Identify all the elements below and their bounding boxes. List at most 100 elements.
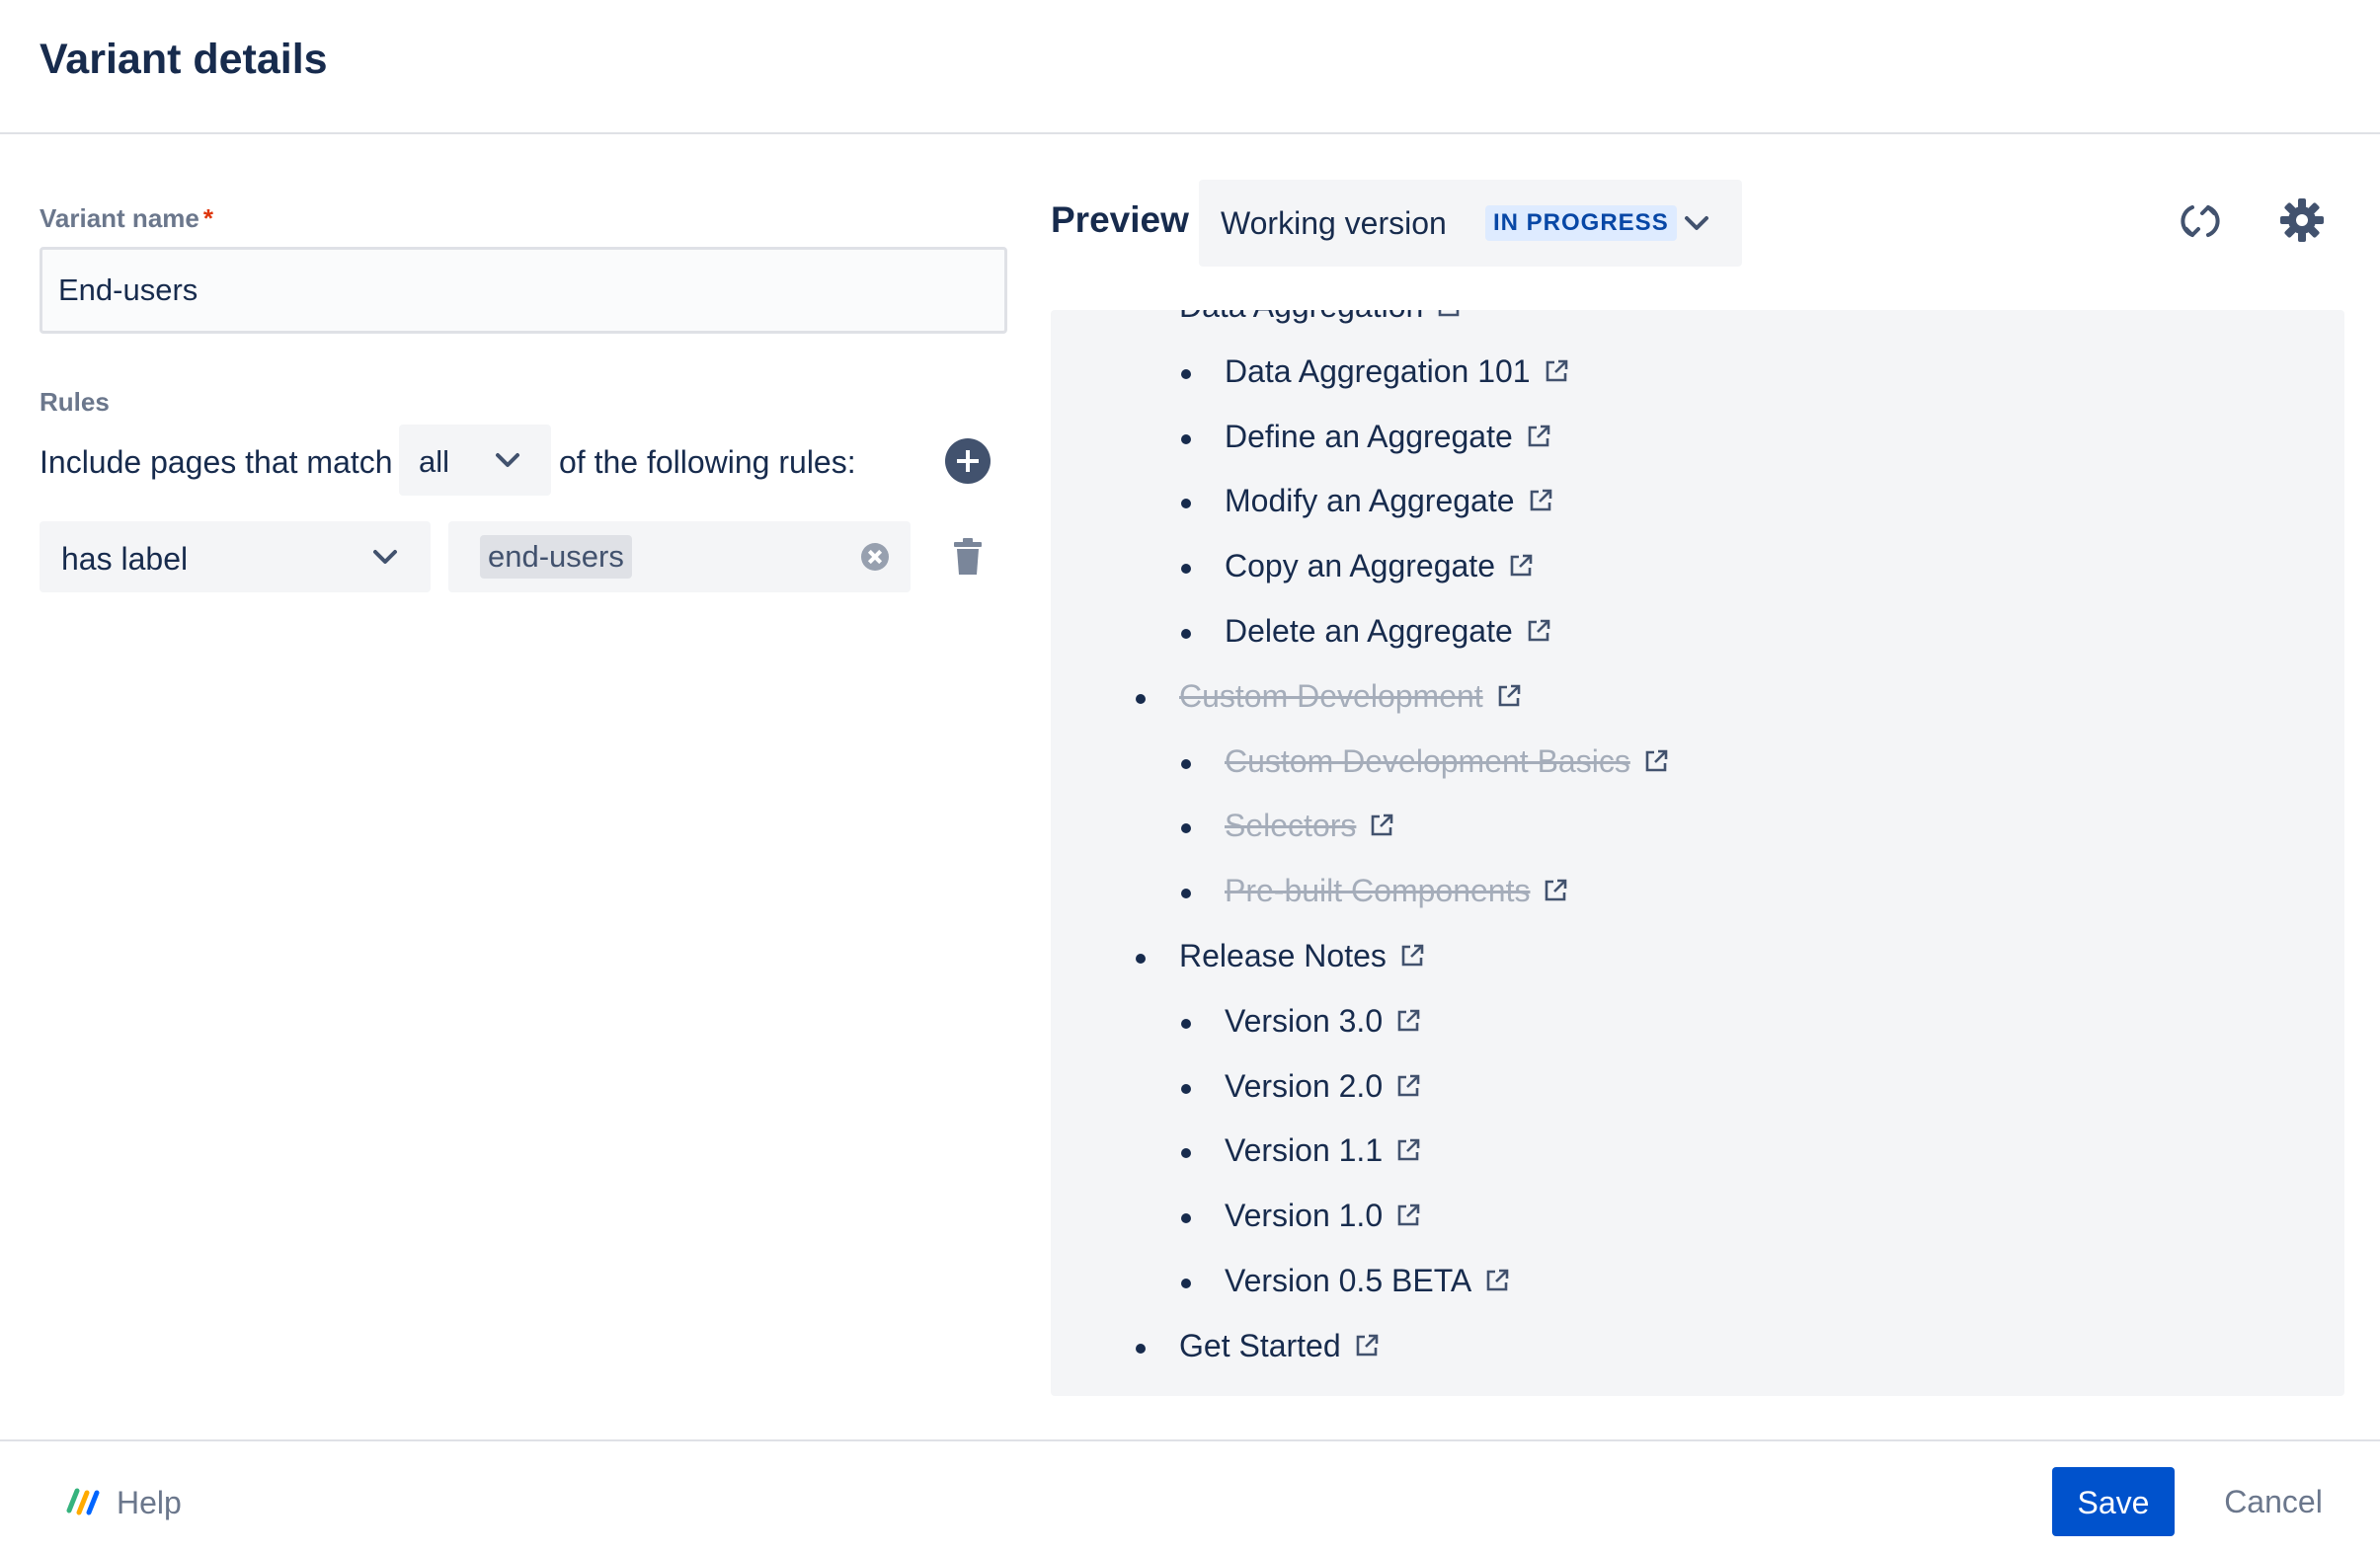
help-link[interactable]: Help bbox=[117, 1485, 182, 1521]
external-link-icon[interactable] bbox=[1368, 812, 1395, 839]
external-link-icon[interactable] bbox=[1398, 942, 1426, 970]
rule-condition-select[interactable]: has label bbox=[40, 521, 431, 592]
external-link-icon[interactable] bbox=[1642, 747, 1670, 775]
cancel-button[interactable]: Cancel bbox=[2204, 1467, 2342, 1536]
trash-icon[interactable] bbox=[948, 537, 988, 577]
external-link-icon[interactable] bbox=[1527, 487, 1554, 514]
rule-condition-value: has label bbox=[61, 541, 189, 577]
preview-tree-panel: Data Aggregation Data Aggregation 101 Defi… bbox=[1051, 310, 2344, 1396]
tree-item-label: Modify an Aggregate bbox=[1225, 483, 1515, 518]
rule-label-input[interactable]: end-users bbox=[448, 521, 911, 592]
tree-item[interactable]: Define an Aggregate bbox=[1181, 419, 1552, 462]
include-prefix-text: Include pages that match bbox=[40, 444, 393, 480]
tree-item[interactable]: Version 1.0 bbox=[1181, 1198, 1422, 1241]
tree-item[interactable]: Custom Development bbox=[1136, 678, 1523, 722]
tree-item[interactable]: Pre-built Components bbox=[1181, 873, 1569, 916]
help-logo-icon bbox=[66, 1488, 100, 1515]
tree-item[interactable]: Selectors bbox=[1181, 808, 1395, 851]
rules-label: Rules bbox=[40, 387, 110, 417]
bullet bbox=[1181, 564, 1191, 574]
variant-name-input[interactable]: End-users bbox=[40, 247, 1007, 334]
bullet bbox=[1136, 1344, 1146, 1354]
tree-item[interactable]: Delete an Aggregate bbox=[1181, 613, 1552, 657]
dialog-title: Variant details bbox=[40, 36, 328, 83]
bullet bbox=[1181, 823, 1191, 833]
include-suffix-text: of the following rules: bbox=[559, 444, 856, 480]
tree-item-label: Selectors bbox=[1225, 808, 1357, 843]
chevron-down-icon bbox=[1685, 216, 1708, 230]
tree-item-label: Version 3.0 bbox=[1225, 1003, 1384, 1039]
external-link-icon[interactable] bbox=[1394, 1007, 1422, 1035]
bullet bbox=[1181, 369, 1191, 379]
version-select[interactable]: Working version IN PROGRESS bbox=[1199, 180, 1742, 267]
external-link-icon[interactable] bbox=[1435, 310, 1463, 320]
bullet bbox=[1181, 1148, 1191, 1158]
external-link-icon[interactable] bbox=[1394, 1202, 1422, 1229]
status-badge: IN PROGRESS bbox=[1485, 205, 1677, 241]
clear-icon[interactable] bbox=[861, 543, 889, 571]
external-link-icon[interactable] bbox=[1525, 423, 1552, 450]
tree-item-label: Release Notes bbox=[1179, 938, 1387, 973]
tree-item[interactable]: Version 1.1 bbox=[1181, 1132, 1422, 1176]
external-link-icon[interactable] bbox=[1353, 1332, 1381, 1359]
bullet bbox=[1181, 1019, 1191, 1029]
tree-item[interactable]: Version 0.5 BETA bbox=[1181, 1263, 1511, 1306]
external-link-icon[interactable] bbox=[1543, 357, 1570, 385]
bullet bbox=[1136, 954, 1146, 964]
tree-item-label: Delete an Aggregate bbox=[1225, 613, 1513, 649]
bullet bbox=[1181, 759, 1191, 769]
external-link-icon[interactable] bbox=[1495, 682, 1523, 710]
chevron-down-icon bbox=[496, 453, 519, 467]
bullet bbox=[1181, 1279, 1191, 1288]
tree-item[interactable]: Modify an Aggregate bbox=[1181, 483, 1554, 526]
chevron-down-icon bbox=[373, 550, 397, 564]
tree-item-label: Version 1.1 bbox=[1225, 1132, 1384, 1168]
tree-item-label: Copy an Aggregate bbox=[1225, 548, 1495, 583]
tree-item-label: Define an Aggregate bbox=[1225, 419, 1513, 454]
required-marker: * bbox=[202, 203, 213, 233]
bullet bbox=[1181, 499, 1191, 508]
match-select[interactable]: all bbox=[399, 425, 551, 496]
tree-item-label: Data Aggregation bbox=[1179, 310, 1423, 324]
gear-icon[interactable] bbox=[2279, 197, 2325, 243]
save-button[interactable]: Save bbox=[2052, 1467, 2175, 1536]
variant-name-label-text: Variant name bbox=[40, 203, 199, 233]
add-rule-button[interactable] bbox=[945, 438, 991, 484]
preview-title: Preview bbox=[1051, 199, 1189, 240]
bullet bbox=[1181, 889, 1191, 898]
external-link-icon[interactable] bbox=[1394, 1072, 1422, 1100]
bullet bbox=[1181, 434, 1191, 444]
tree-item-label: Custom Development Basics bbox=[1225, 743, 1630, 779]
match-select-value: all bbox=[419, 444, 450, 479]
tree-item[interactable]: Version 3.0 bbox=[1181, 1003, 1422, 1047]
tree-item-label: Version 0.5 BETA bbox=[1225, 1263, 1472, 1298]
tree-item[interactable]: Data Aggregation bbox=[1179, 310, 1463, 332]
refresh-icon[interactable] bbox=[2179, 199, 2222, 243]
dialog-footer: Help Save Cancel bbox=[0, 1439, 2380, 1552]
external-link-icon[interactable] bbox=[1483, 1267, 1511, 1294]
tree-item[interactable]: Custom Development Basics bbox=[1181, 743, 1670, 787]
bullet bbox=[1181, 1213, 1191, 1223]
bullet bbox=[1181, 629, 1191, 639]
tree-item-label: Data Aggregation 101 bbox=[1225, 353, 1531, 389]
tree-item[interactable]: Release Notes bbox=[1136, 938, 1426, 981]
version-select-value: Working version bbox=[1221, 205, 1447, 241]
external-link-icon[interactable] bbox=[1394, 1136, 1422, 1164]
tree-item-label: Version 1.0 bbox=[1225, 1198, 1384, 1233]
tree-item[interactable]: Copy an Aggregate bbox=[1181, 548, 1535, 591]
variant-name-label: Variant name * bbox=[40, 203, 213, 234]
external-link-icon[interactable] bbox=[1542, 877, 1569, 904]
tree-item-label: Custom Development bbox=[1179, 678, 1483, 714]
dialog-header: Variant details bbox=[0, 0, 2380, 134]
tree-item-label: Get Started bbox=[1179, 1328, 1341, 1363]
external-link-icon[interactable] bbox=[1525, 617, 1552, 645]
tree-item[interactable]: Data Aggregation 101 bbox=[1181, 353, 1570, 397]
label-tag: end-users bbox=[480, 535, 632, 579]
external-link-icon[interactable] bbox=[1507, 552, 1535, 580]
bullet bbox=[1136, 694, 1146, 704]
tree-item[interactable]: Version 2.0 bbox=[1181, 1068, 1422, 1112]
tree-item[interactable]: Get Started bbox=[1136, 1328, 1381, 1371]
tree-item-label: Version 2.0 bbox=[1225, 1068, 1384, 1104]
tree-item-label: Pre-built Components bbox=[1225, 873, 1531, 908]
bullet bbox=[1181, 1084, 1191, 1094]
